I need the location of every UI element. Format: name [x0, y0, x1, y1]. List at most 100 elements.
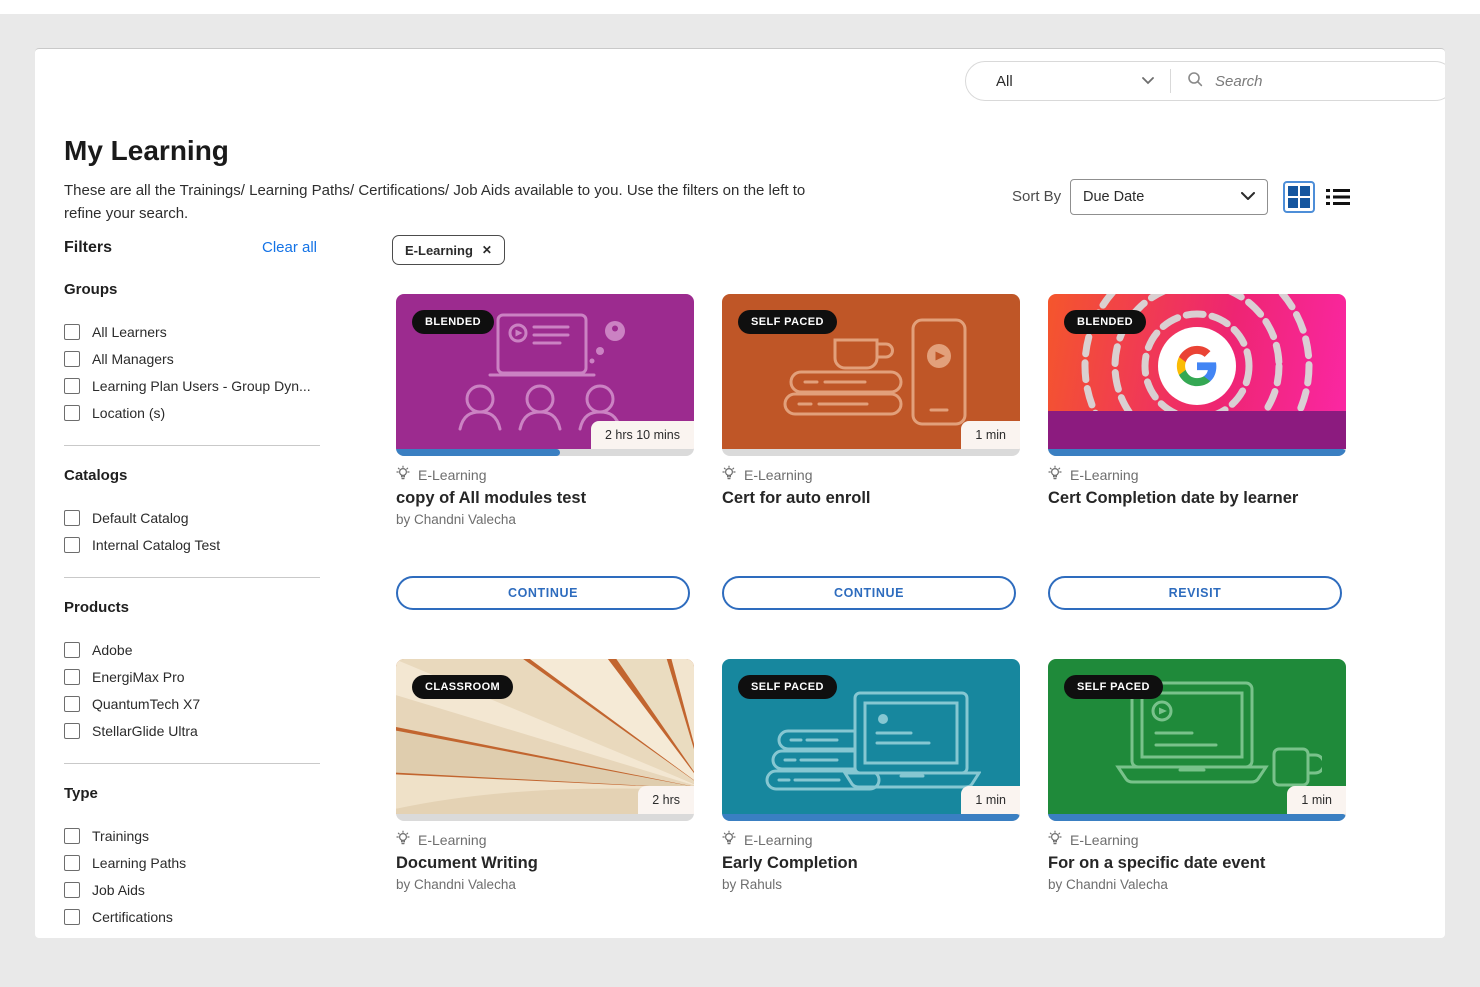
search-input[interactable]: [1213, 71, 1445, 91]
card-thumbnail[interactable]: BLENDED: [1048, 294, 1346, 456]
close-icon[interactable]: ✕: [482, 243, 492, 257]
filter-section-title-type: Type: [64, 785, 98, 802]
duration-badge: 2 hrs 10 mins: [590, 421, 694, 449]
card-author: by Rahuls: [722, 877, 783, 892]
filter-option-adobe[interactable]: Adobe: [64, 642, 320, 658]
lightbulb-icon: [1048, 465, 1062, 484]
format-badge: BLENDED: [1064, 310, 1146, 334]
category-row: E-Learning: [1048, 465, 1346, 484]
google-logo: [1158, 327, 1236, 405]
checkbox[interactable]: [64, 537, 80, 553]
checkbox[interactable]: [64, 909, 80, 925]
checkbox[interactable]: [64, 378, 80, 394]
card-thumbnail[interactable]: BLENDED 2 hrs 10 mins: [396, 294, 694, 456]
app-window: All My Learning These are all the Traini…: [35, 48, 1445, 938]
filter-option-quantumtech-x7[interactable]: QuantumTech X7: [64, 696, 320, 712]
search-bar: All: [965, 61, 1445, 101]
card-title[interactable]: Cert for auto enroll: [722, 489, 1020, 508]
sidebar-divider: [64, 763, 320, 764]
checkbox[interactable]: [64, 855, 80, 871]
lightbulb-icon: [722, 465, 736, 484]
list-view-button[interactable]: [1326, 188, 1350, 211]
list-view-icon: [1326, 189, 1350, 205]
checkbox[interactable]: [64, 882, 80, 898]
lightbulb-icon: [396, 465, 410, 484]
search-field-wrap: [1171, 71, 1445, 92]
clear-all-filters-link[interactable]: Clear all: [262, 239, 317, 256]
progress-fill: [396, 449, 560, 456]
checkbox[interactable]: [64, 696, 80, 712]
duration-badge: 1 min: [961, 786, 1020, 814]
active-filter-chip[interactable]: E-Learning ✕: [392, 235, 505, 265]
purple-strip: [1048, 411, 1346, 449]
checkbox[interactable]: [64, 723, 80, 739]
sort-by-label: Sort By: [1012, 188, 1062, 205]
filter-option-learning-paths[interactable]: Learning Paths: [64, 855, 320, 871]
training-card: CLASSROOM 2 hrs E-Learning Document Writ…: [396, 659, 694, 893]
page-subtitle: These are all the Trainings/ Learning Pa…: [64, 182, 806, 222]
checkbox[interactable]: [64, 351, 80, 367]
filter-option-internal-catalog-test[interactable]: Internal Catalog Test: [64, 537, 320, 553]
card-author: by Chandni Valecha: [396, 877, 516, 892]
filter-option-energimax-pro[interactable]: EnergiMax Pro: [64, 669, 320, 685]
card-title[interactable]: Cert Completion date by learner: [1048, 489, 1346, 508]
card-thumbnail[interactable]: SELF PACED 1 min: [722, 659, 1020, 821]
training-card: SELF PACED 1 min E-Learning For on a spe…: [1048, 659, 1346, 893]
category-label: E-Learning: [744, 831, 813, 848]
checkbox[interactable]: [64, 669, 80, 685]
continue-button[interactable]: CONTINUE: [396, 576, 690, 610]
page-title: My Learning: [64, 135, 229, 166]
checkbox[interactable]: [64, 324, 80, 340]
checkbox[interactable]: [64, 405, 80, 421]
filter-section-title-products: Products: [64, 599, 130, 616]
card-title[interactable]: For on a specific date event: [1048, 854, 1346, 873]
card-thumbnail[interactable]: SELF PACED 1 min: [1048, 659, 1346, 821]
sidebar-divider: [64, 577, 320, 578]
duration-badge: 2 hrs: [638, 786, 694, 814]
category-row: E-Learning: [396, 465, 694, 484]
progress-bar: [722, 449, 1020, 456]
filter-option-certifications[interactable]: Certifications: [64, 909, 320, 925]
format-badge: SELF PACED: [1064, 675, 1163, 699]
card-thumbnail[interactable]: SELF PACED 1 min: [722, 294, 1020, 456]
card-title[interactable]: Early Completion: [722, 854, 1020, 873]
checkbox[interactable]: [64, 828, 80, 844]
filter-option-default-catalog[interactable]: Default Catalog: [64, 510, 320, 526]
filter-option-stellarglide-ultra[interactable]: StellarGlide Ultra: [64, 723, 320, 739]
filter-option-learning-plan-users[interactable]: Learning Plan Users - Group Dyn...: [64, 378, 320, 394]
filter-section-title-catalogs: Catalogs: [64, 467, 128, 484]
card-thumbnail[interactable]: CLASSROOM 2 hrs: [396, 659, 694, 821]
search-scope-value: All: [996, 72, 1013, 90]
card-title[interactable]: copy of All modules test: [396, 489, 694, 508]
training-cards-grid: BLENDED 2 hrs 10 mins E-Learning copy of…: [396, 294, 1346, 904]
checkbox[interactable]: [64, 510, 80, 526]
revisit-button[interactable]: REVISIT: [1048, 576, 1342, 610]
active-filter-chip-label: E-Learning: [405, 242, 473, 258]
format-badge: SELF PACED: [738, 310, 837, 334]
filter-option-locations[interactable]: Location (s): [64, 405, 320, 421]
grid-view-button[interactable]: [1283, 181, 1315, 213]
category-label: E-Learning: [418, 466, 487, 483]
category-label: E-Learning: [744, 466, 813, 483]
filter-option-all-learners[interactable]: All Learners: [64, 324, 320, 340]
filters-sidebar: Groups All Learners All Managers Learnin…: [64, 281, 320, 936]
filter-option-all-managers[interactable]: All Managers: [64, 351, 320, 367]
lightbulb-icon: [396, 830, 410, 849]
format-badge: SELF PACED: [738, 675, 837, 699]
sort-by-dropdown[interactable]: Due Date: [1070, 179, 1268, 215]
training-card: SELF PACED 1 min E-Learning Cert for aut…: [722, 294, 1020, 528]
lightbulb-icon: [1048, 830, 1062, 849]
format-badge: CLASSROOM: [412, 675, 514, 699]
checkbox[interactable]: [64, 642, 80, 658]
search-scope-dropdown[interactable]: All: [966, 72, 1170, 90]
card-title[interactable]: Document Writing: [396, 854, 694, 873]
progress-fill: [1048, 449, 1346, 456]
filter-option-job-aids[interactable]: Job Aids: [64, 882, 320, 898]
filter-section-title-groups: Groups: [64, 281, 118, 298]
progress-fill: [1048, 814, 1346, 821]
top-white-strip: [0, 0, 1480, 14]
category-row: E-Learning: [1048, 830, 1346, 849]
filter-option-trainings[interactable]: Trainings: [64, 828, 320, 844]
continue-button[interactable]: CONTINUE: [722, 576, 1016, 610]
category-row: E-Learning: [722, 830, 1020, 849]
